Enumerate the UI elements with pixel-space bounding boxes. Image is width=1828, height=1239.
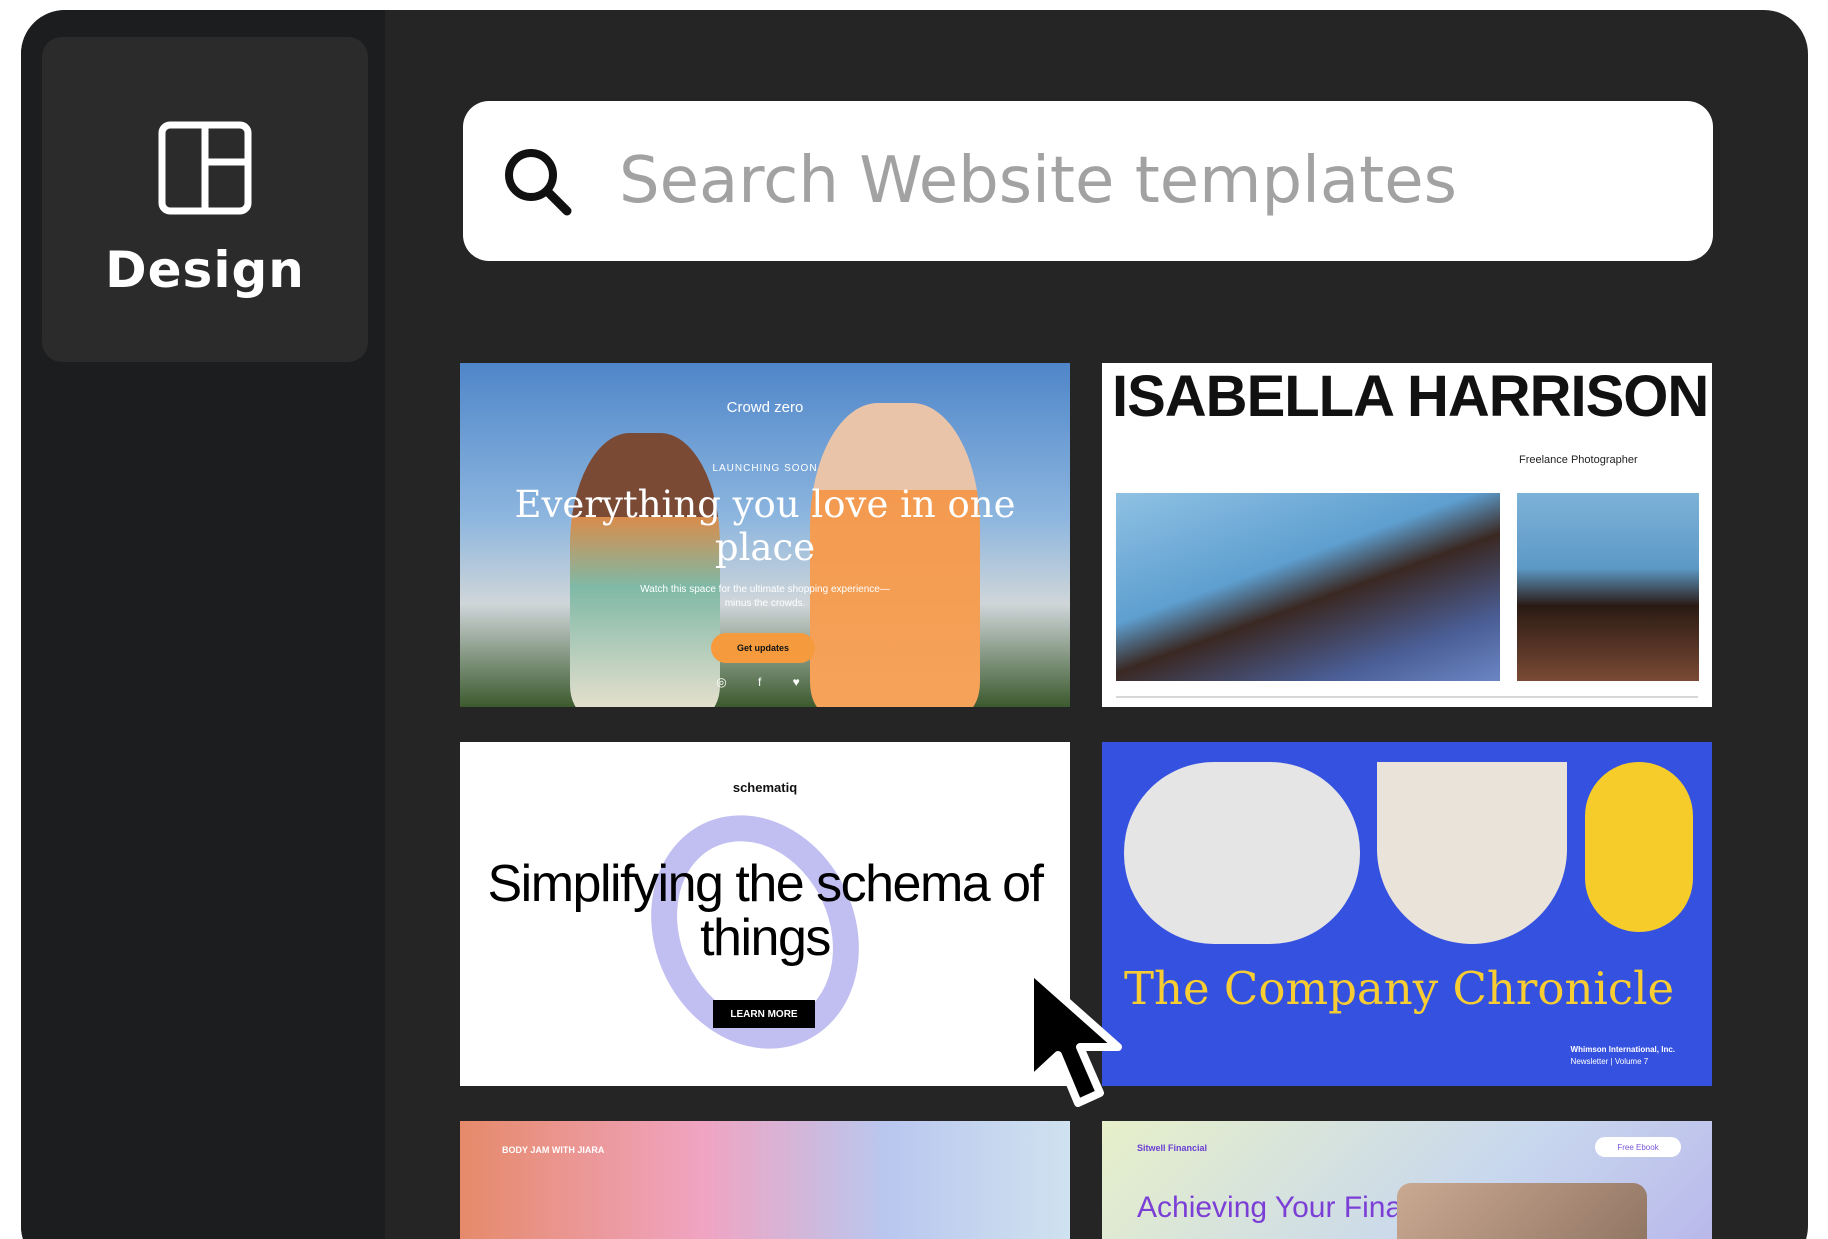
sidebar: Design xyxy=(21,10,385,1239)
template-kicker: LAUNCHING SOON xyxy=(712,463,818,474)
template-meta-line: Whimson International, Inc. xyxy=(1570,1045,1675,1054)
template-cta: Get updates xyxy=(711,633,815,663)
template-browser-panel: Design Crowd zero LAUNCHING SOON Everyth… xyxy=(21,10,1808,1239)
template-headline: Everything you love in one place xyxy=(514,483,1016,569)
template-headline: Simplifying the schema of things xyxy=(487,855,1045,967)
search-input[interactable] xyxy=(619,144,1679,218)
portrait-image xyxy=(1517,493,1699,681)
template-meta-line: Newsletter | Volume 7 xyxy=(1570,1057,1649,1066)
portrait-image xyxy=(1116,493,1500,681)
template-brand: schematiq xyxy=(732,780,798,795)
portrait-image xyxy=(1377,762,1567,944)
search-bar[interactable] xyxy=(463,101,1713,261)
template-subtext: Watch this space for the ultimate shoppi… xyxy=(640,584,890,609)
template-subtext: Freelance Photographer xyxy=(1519,454,1638,466)
template-card-company-chronicle[interactable]: The Company Chronicle Whimson Internatio… xyxy=(1102,742,1712,1086)
template-card-isabella-harrison[interactable]: ISABELLA HARRISON Freelance Photographer xyxy=(1102,363,1712,707)
laptop-image xyxy=(1397,1183,1647,1239)
template-headline: The Company Chronicle xyxy=(1124,962,1675,1015)
model-image xyxy=(570,433,720,707)
portrait-image xyxy=(1124,762,1360,944)
social-icons: ◎ f ♥ xyxy=(716,675,814,689)
layout-icon xyxy=(158,121,252,215)
sidebar-item-label: Design xyxy=(105,241,305,299)
search-icon xyxy=(505,149,572,216)
template-brand: Crowd zero xyxy=(726,399,804,416)
template-meta: Whimson International, Inc. Newsletter |… xyxy=(1571,1044,1675,1068)
template-card-body-jam[interactable]: BODY JAM WITH JIARA xyxy=(460,1121,1070,1239)
sidebar-item-design[interactable]: Design xyxy=(42,37,368,362)
template-headline: ISABELLA HARRISON xyxy=(1112,364,1709,429)
template-card-sitwell-financial[interactable]: Sitwell Financial Free Ebook Achieving Y… xyxy=(1102,1121,1712,1239)
decorative-shape xyxy=(1585,762,1693,932)
template-cta: LEARN MORE xyxy=(713,1000,815,1028)
template-card-schematiq[interactable]: schematiq Simplifying the schema of thin… xyxy=(460,742,1070,1086)
template-brand: Sitwell Financial xyxy=(1137,1143,1208,1153)
divider xyxy=(1116,696,1698,698)
template-brand: BODY JAM WITH JIARA xyxy=(502,1145,605,1155)
template-card-crowd-zero[interactable]: Crowd zero LAUNCHING SOON Everything you… xyxy=(460,363,1070,707)
template-cta: Free Ebook xyxy=(1595,1137,1681,1157)
